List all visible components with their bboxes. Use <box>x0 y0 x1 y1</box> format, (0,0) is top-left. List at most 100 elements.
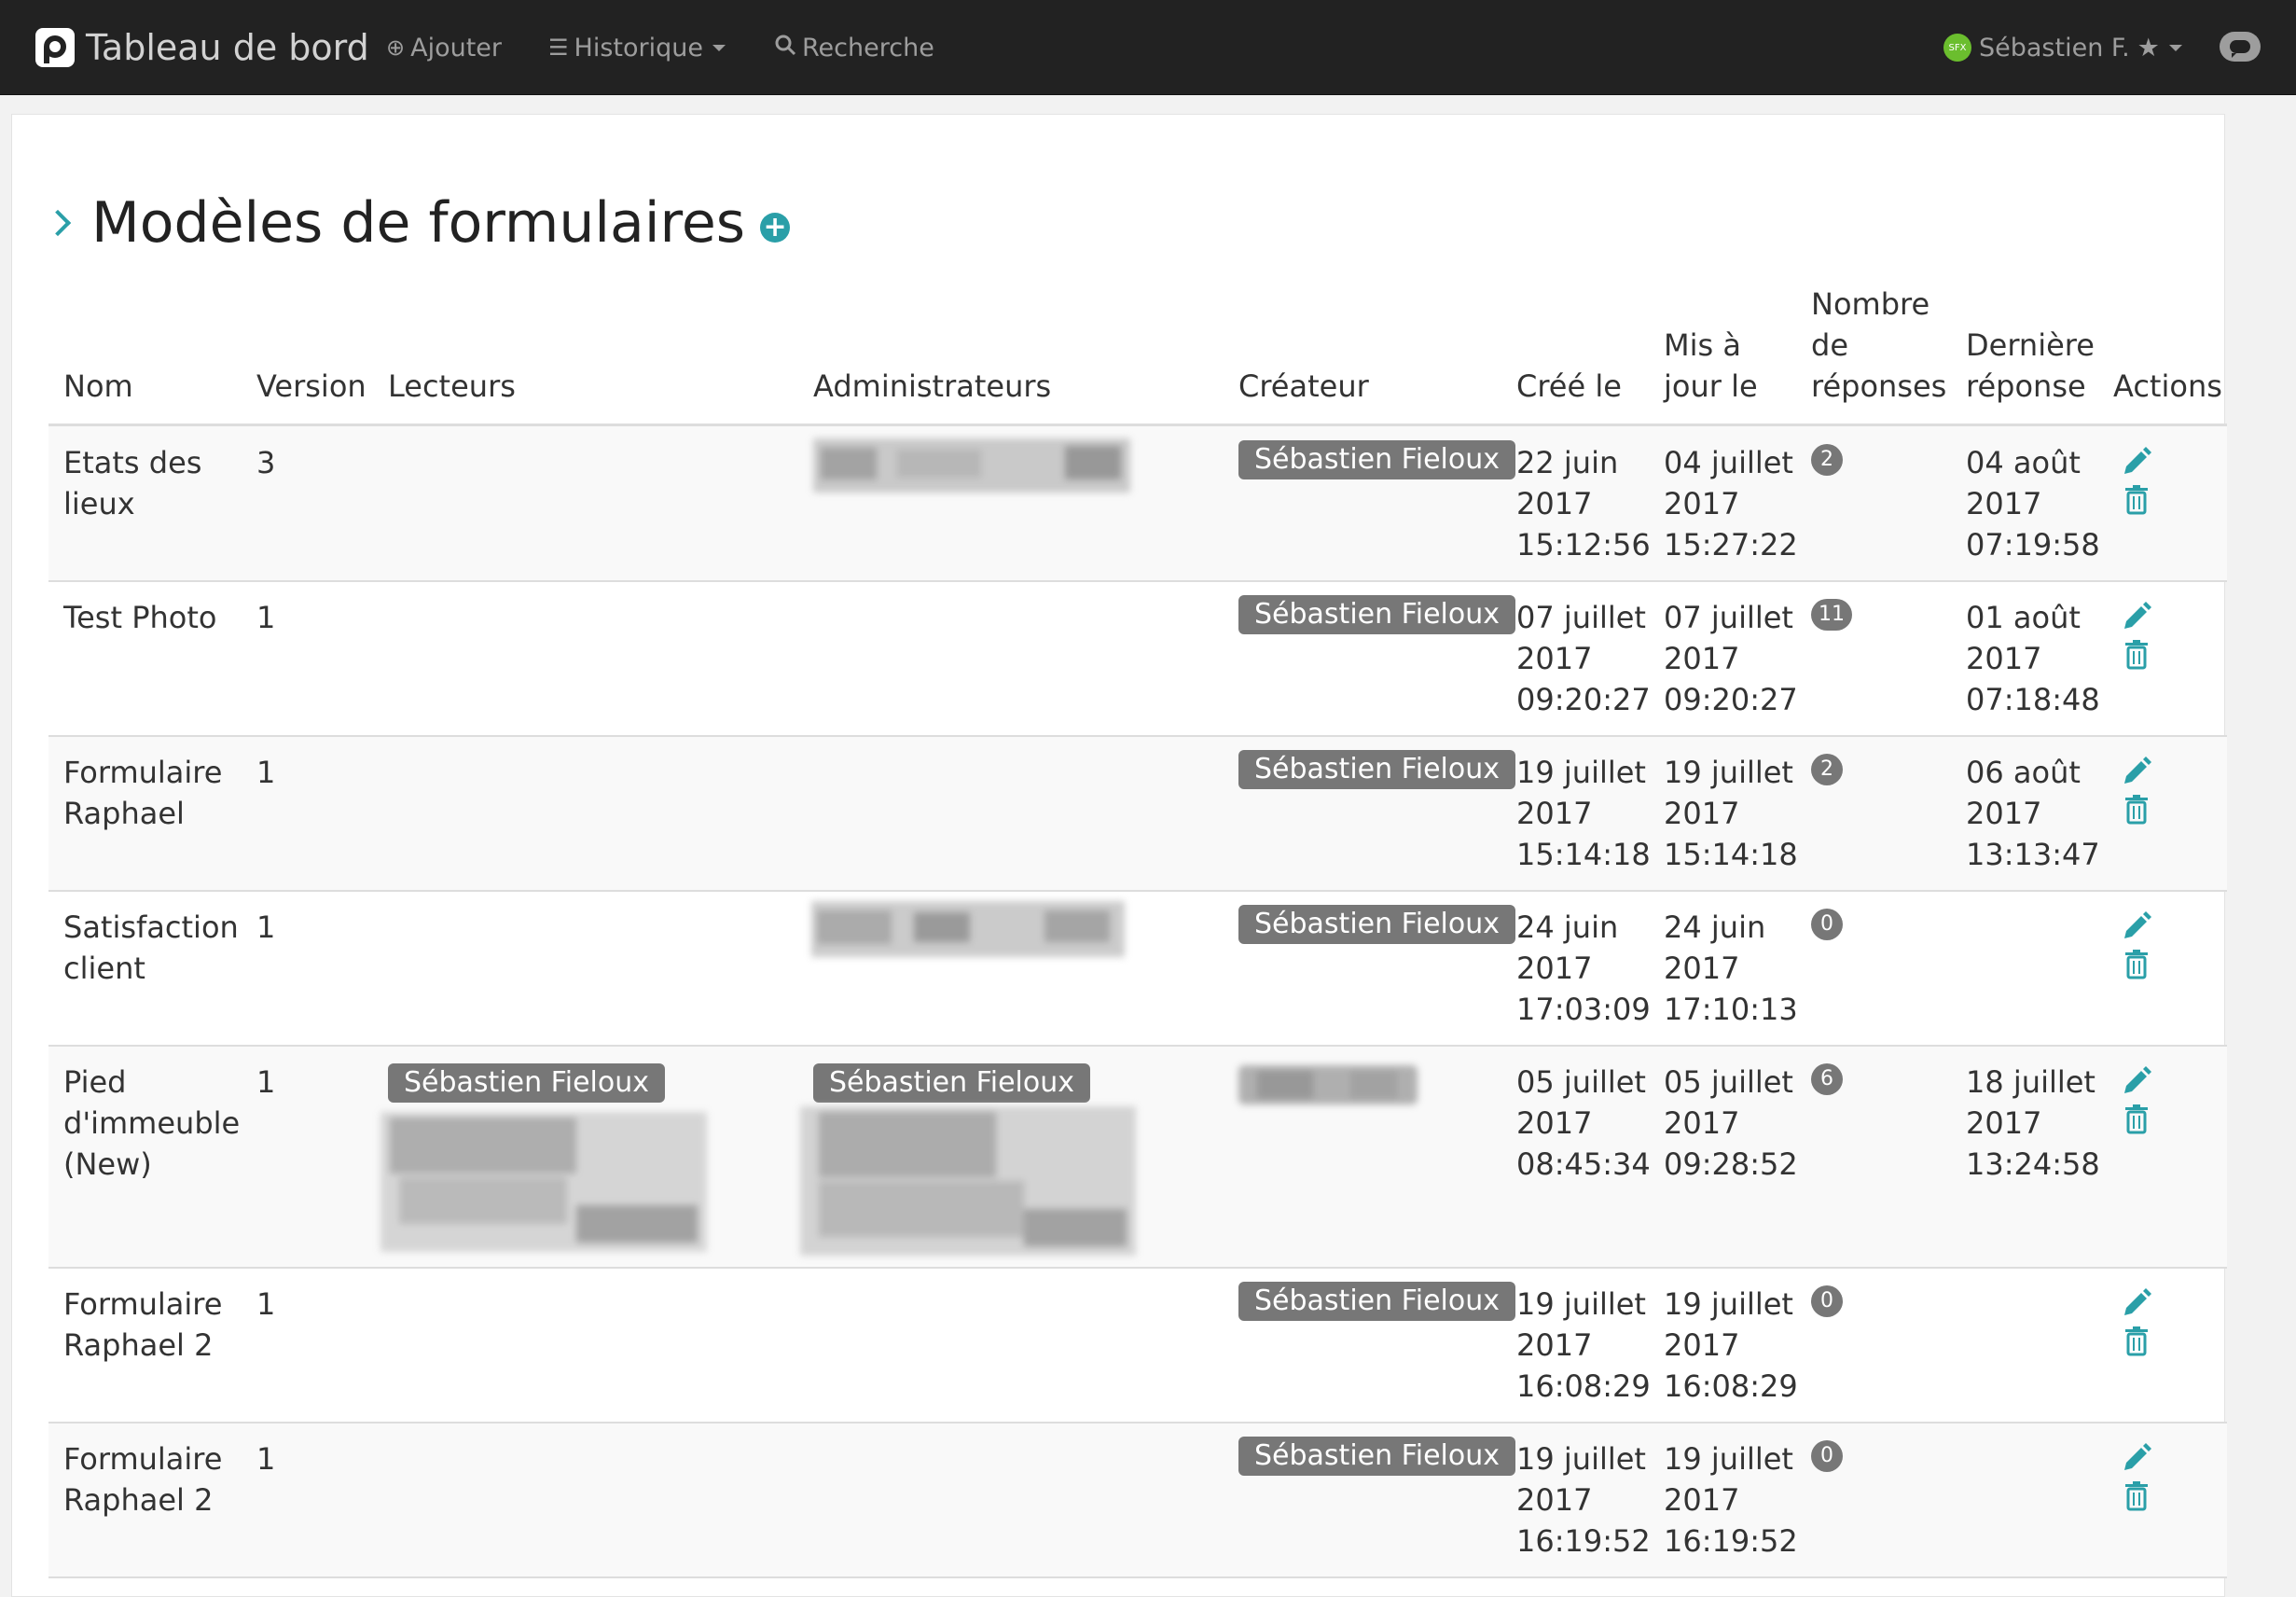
cell-version: 1 <box>256 910 276 945</box>
pencil-icon[interactable] <box>2119 601 2152 634</box>
brand-link[interactable]: Tableau de bord <box>35 0 369 95</box>
pencil-icon[interactable] <box>2119 1287 2152 1321</box>
cell-last-response: 06 août <box>1966 755 2081 790</box>
chat-button[interactable] <box>2220 32 2261 62</box>
pencil-icon[interactable] <box>2119 446 2152 479</box>
header-responses-line2[interactable]: de <box>1811 325 1848 366</box>
pencil-icon[interactable] <box>2119 910 2152 944</box>
reader-label[interactable]: Sébastien Fieloux <box>388 1063 665 1103</box>
page-title-text: Modèles de formulaires <box>91 190 746 256</box>
cell-updated: 2017 <box>1664 951 1740 986</box>
blurred-creator <box>1238 1065 1418 1104</box>
cell-created: 2017 <box>1516 486 1593 521</box>
cell-name: Formulaire <box>63 1441 223 1477</box>
responses-badge[interactable]: 2 <box>1811 444 1843 476</box>
header-readers[interactable]: Lecteurs <box>388 366 516 407</box>
table-row <box>48 426 2227 582</box>
header-name[interactable]: Nom <box>63 366 133 407</box>
cell-created: 2017 <box>1516 1105 1593 1141</box>
header-updated-line1[interactable]: Mis à <box>1664 325 1741 366</box>
brand-logo-icon <box>35 28 75 67</box>
avatar: SFX <box>1943 34 1971 62</box>
header-created[interactable]: Créé le <box>1516 366 1622 407</box>
creator-label[interactable]: Sébastien Fieloux <box>1238 1282 1515 1321</box>
cell-version: 1 <box>256 1286 276 1322</box>
cell-updated: 15:14:18 <box>1664 837 1798 872</box>
cell-created: 2017 <box>1516 1482 1593 1518</box>
blurred-admins <box>813 438 1130 493</box>
header-last-response-line2[interactable]: réponse <box>1966 366 2086 407</box>
cell-created: 19 juillet <box>1516 755 1646 790</box>
cell-last-response: 2017 <box>1966 1105 2042 1141</box>
cell-last-response: 01 août <box>1966 600 2081 635</box>
responses-badge[interactable]: 0 <box>1811 909 1843 940</box>
cell-updated: 05 juillet <box>1664 1064 1793 1100</box>
cell-updated: 16:19:52 <box>1664 1523 1798 1559</box>
cell-created: 07 juillet <box>1516 600 1646 635</box>
nav-search[interactable]: Recherche <box>774 0 934 95</box>
cell-version: 1 <box>256 1441 276 1477</box>
trash-icon[interactable] <box>2121 1325 2154 1358</box>
cell-name: lieux <box>63 486 135 521</box>
table-row <box>48 1423 2227 1578</box>
trash-icon[interactable] <box>2121 948 2154 981</box>
creator-label[interactable]: Sébastien Fieloux <box>1238 905 1515 944</box>
pencil-icon[interactable] <box>2119 756 2152 789</box>
cell-created: 2017 <box>1516 641 1593 676</box>
cell-version: 3 <box>256 445 276 480</box>
cell-created: 05 juillet <box>1516 1064 1646 1100</box>
user-name: Sébastien F. <box>1979 33 2130 62</box>
header-version[interactable]: Version <box>256 366 367 407</box>
trash-icon[interactable] <box>2121 483 2154 517</box>
cell-last-response: 2017 <box>1966 486 2042 521</box>
add-template-button[interactable]: + <box>760 213 791 243</box>
trash-icon[interactable] <box>2121 1479 2154 1513</box>
header-responses-line3[interactable]: réponses <box>1811 366 1946 407</box>
table-row <box>48 892 2227 1047</box>
cell-created: 19 juillet <box>1516 1441 1646 1477</box>
creator-label[interactable]: Sébastien Fieloux <box>1238 1437 1515 1476</box>
responses-badge[interactable]: 2 <box>1811 754 1843 785</box>
cell-last-response: 13:13:47 <box>1966 837 2100 872</box>
trash-icon[interactable] <box>2121 793 2154 826</box>
responses-badge[interactable]: 0 <box>1811 1285 1843 1317</box>
cell-updated: 2017 <box>1664 1482 1740 1518</box>
cell-name: d'immeuble <box>63 1105 241 1141</box>
header-creator[interactable]: Créateur <box>1238 366 1369 407</box>
responses-badge[interactable]: 0 <box>1811 1440 1843 1472</box>
creator-label[interactable]: Sébastien Fieloux <box>1238 440 1515 479</box>
search-icon <box>774 34 796 62</box>
trash-icon[interactable] <box>2121 638 2154 672</box>
cell-updated: 19 juillet <box>1664 1286 1793 1322</box>
nav-search-label: Recherche <box>802 33 934 62</box>
cell-updated: 19 juillet <box>1664 1441 1793 1477</box>
cell-name: Pied <box>63 1064 127 1100</box>
cell-last-response: 2017 <box>1966 796 2042 831</box>
chevron-down-icon <box>712 44 726 51</box>
cell-name: Satisfaction <box>63 910 239 945</box>
nav-history-dropdown[interactable]: ☰ Historique <box>548 0 726 95</box>
trash-icon[interactable] <box>2121 1103 2154 1136</box>
header-responses-line1[interactable]: Nombre <box>1811 284 1929 325</box>
chevron-down-icon <box>2168 44 2182 51</box>
cell-name: (New) <box>63 1146 152 1182</box>
header-last-response-line1[interactable]: Dernière <box>1966 325 2095 366</box>
cell-created: 15:14:18 <box>1516 837 1651 872</box>
creator-label[interactable]: Sébastien Fieloux <box>1238 750 1515 789</box>
cell-name: Formulaire <box>63 755 223 790</box>
pencil-icon[interactable] <box>2119 1065 2152 1099</box>
cell-updated: 2017 <box>1664 1327 1740 1363</box>
pencil-icon[interactable] <box>2119 1442 2152 1476</box>
header-updated-line2[interactable]: jour le <box>1664 366 1758 407</box>
cell-name: Raphael 2 <box>63 1327 214 1363</box>
cell-name: Formulaire <box>63 1286 223 1322</box>
cell-version: 1 <box>256 755 276 790</box>
admin-label[interactable]: Sébastien Fieloux <box>813 1063 1090 1103</box>
header-admins[interactable]: Administrateurs <box>813 366 1051 407</box>
user-menu-dropdown[interactable]: SFX Sébastien F. ★ <box>1943 0 2182 95</box>
responses-badge[interactable]: 11 <box>1811 599 1852 631</box>
cell-last-response: 13:24:58 <box>1966 1146 2100 1182</box>
nav-add[interactable]: ⊕ Ajouter <box>386 0 502 95</box>
responses-badge[interactable]: 6 <box>1811 1063 1843 1095</box>
creator-label[interactable]: Sébastien Fieloux <box>1238 595 1515 634</box>
